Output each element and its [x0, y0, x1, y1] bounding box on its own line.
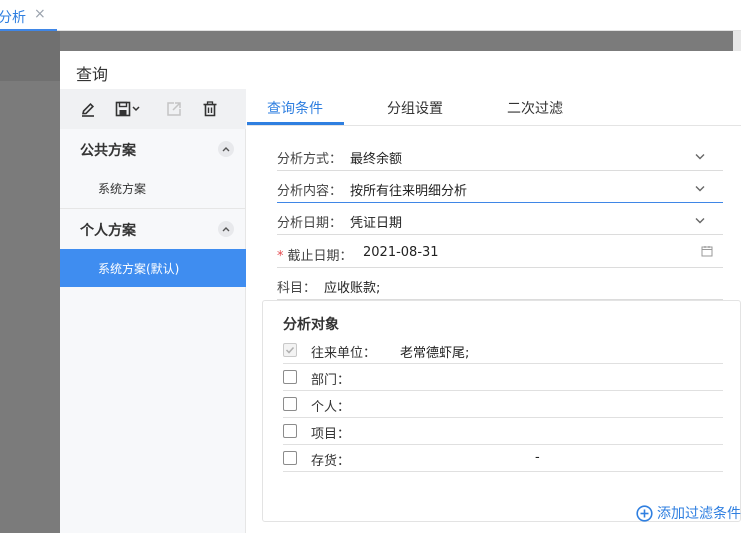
chevron-down-icon — [695, 181, 705, 196]
plus-circle-icon — [636, 504, 653, 522]
chevron-down-icon — [695, 213, 705, 228]
analysis-content-label: 分析内容： — [277, 184, 343, 199]
delete-icon[interactable] — [199, 98, 221, 120]
partner-value[interactable]: 老常德虾尾; — [400, 342, 469, 361]
query-tabs: 查询条件 分组设置 二次过滤 — [247, 89, 741, 126]
object-row-project: 项目： — [283, 418, 723, 445]
scheme-toolbar — [60, 89, 246, 129]
analysis-date-value: 凭证日期 — [350, 216, 403, 231]
public-scheme-group[interactable]: 公共方案 — [60, 129, 246, 169]
required-mark: * — [277, 249, 284, 264]
query-panel: 查询条件 分组设置 二次过滤 分析方式： 最终余额 分析内容： 按所有往来明细分… — [247, 89, 741, 533]
tab-secondary-filter[interactable]: 二次过滤 — [507, 98, 563, 118]
tab-query-conditions[interactable]: 查询条件 — [267, 98, 323, 118]
active-tab-indicator — [247, 122, 344, 125]
end-date-field[interactable]: * 截止日期： 2021-08-31 — [277, 238, 723, 268]
analysis-date-select[interactable]: 分析日期： 凭证日期 — [277, 205, 723, 235]
backdrop-shade — [0, 31, 60, 81]
partner-checkbox[interactable] — [283, 343, 297, 357]
window-tab-label: 分析 — [0, 10, 26, 26]
chevron-up-icon[interactable] — [218, 141, 234, 157]
end-date-label: * 截止日期： — [277, 245, 353, 264]
department-checkbox[interactable] — [283, 370, 297, 384]
end-date-value: 2021-08-31 — [363, 245, 439, 260]
close-icon[interactable]: × — [34, 6, 46, 22]
edit-icon[interactable] — [77, 98, 99, 120]
calendar-icon[interactable] — [701, 245, 713, 261]
scheme-panel: 公共方案 系统方案 个人方案 系统方案(默认) — [60, 89, 246, 533]
subject-value: 应收账款; — [324, 281, 381, 296]
person-label: 个人： — [311, 400, 351, 415]
tab-group-settings[interactable]: 分组设置 — [387, 98, 443, 118]
subject-field[interactable]: 科目： 应收账款; — [277, 270, 723, 300]
analysis-object-box: 分析对象 往来单位： 老常德虾尾; 部门： 个人： 项目： 存货： - — [262, 300, 741, 522]
inventory-checkbox[interactable] — [283, 451, 297, 465]
department-label: 部门： — [311, 373, 351, 388]
object-row-department: 部门： — [283, 364, 723, 391]
project-checkbox[interactable] — [283, 424, 297, 438]
object-row-inventory: 存货： - — [283, 445, 723, 472]
scheme-item-label: 系统方案(默认) — [98, 262, 180, 276]
partner-label: 往来单位： — [311, 346, 377, 361]
analysis-method-value: 最终余额 — [350, 152, 403, 167]
subject-label: 科目： — [277, 281, 317, 296]
end-date-label-text: 截止日期： — [287, 249, 353, 264]
dialog-body: 公共方案 系统方案 个人方案 系统方案(默认) 查询条件 分组设置 二次过滤 分… — [60, 89, 741, 533]
analysis-object-title: 分析对象 — [283, 317, 339, 333]
chevron-up-icon[interactable] — [218, 221, 234, 237]
project-label: 项目： — [311, 427, 351, 442]
dialog-title: 查询 — [76, 65, 109, 84]
public-scheme-title: 公共方案 — [80, 143, 136, 159]
analysis-content-value: 按所有往来明细分析 — [350, 184, 468, 199]
analysis-method-select[interactable]: 分析方式： 最终余额 — [277, 141, 723, 171]
personal-scheme-group[interactable]: 个人方案 — [60, 209, 246, 249]
add-filter-button[interactable]: 添加过滤条件 — [636, 503, 741, 523]
scheme-item-system[interactable]: 系统方案 — [60, 169, 246, 207]
query-dialog: 查询 公共方案 系统方案 个人方案 系统方案(默认) 查询条件 分组设置 二次过… — [60, 51, 741, 533]
personal-scheme-title: 个人方案 — [80, 223, 136, 239]
object-row-person: 个人： — [283, 391, 723, 418]
scheme-item-system-default[interactable]: 系统方案(默认) — [60, 249, 246, 287]
window-tab-bar: 分析 × — [0, 0, 741, 31]
export-icon[interactable] — [163, 98, 185, 120]
inventory-label: 存货： — [311, 454, 351, 469]
scheme-item-label: 系统方案 — [98, 182, 147, 196]
inventory-value[interactable]: - — [535, 450, 540, 465]
add-filter-label: 添加过滤条件 — [657, 506, 741, 522]
chevron-down-icon — [695, 149, 705, 164]
object-row-partner: 往来单位： 老常德虾尾; — [283, 337, 723, 364]
save-icon[interactable] — [114, 98, 144, 120]
window-tab[interactable]: 分析 × — [0, 0, 57, 31]
analysis-date-label: 分析日期： — [277, 216, 343, 231]
analysis-content-select[interactable]: 分析内容： 按所有往来明细分析 — [277, 173, 723, 203]
analysis-method-label: 分析方式： — [277, 152, 343, 167]
person-checkbox[interactable] — [283, 397, 297, 411]
